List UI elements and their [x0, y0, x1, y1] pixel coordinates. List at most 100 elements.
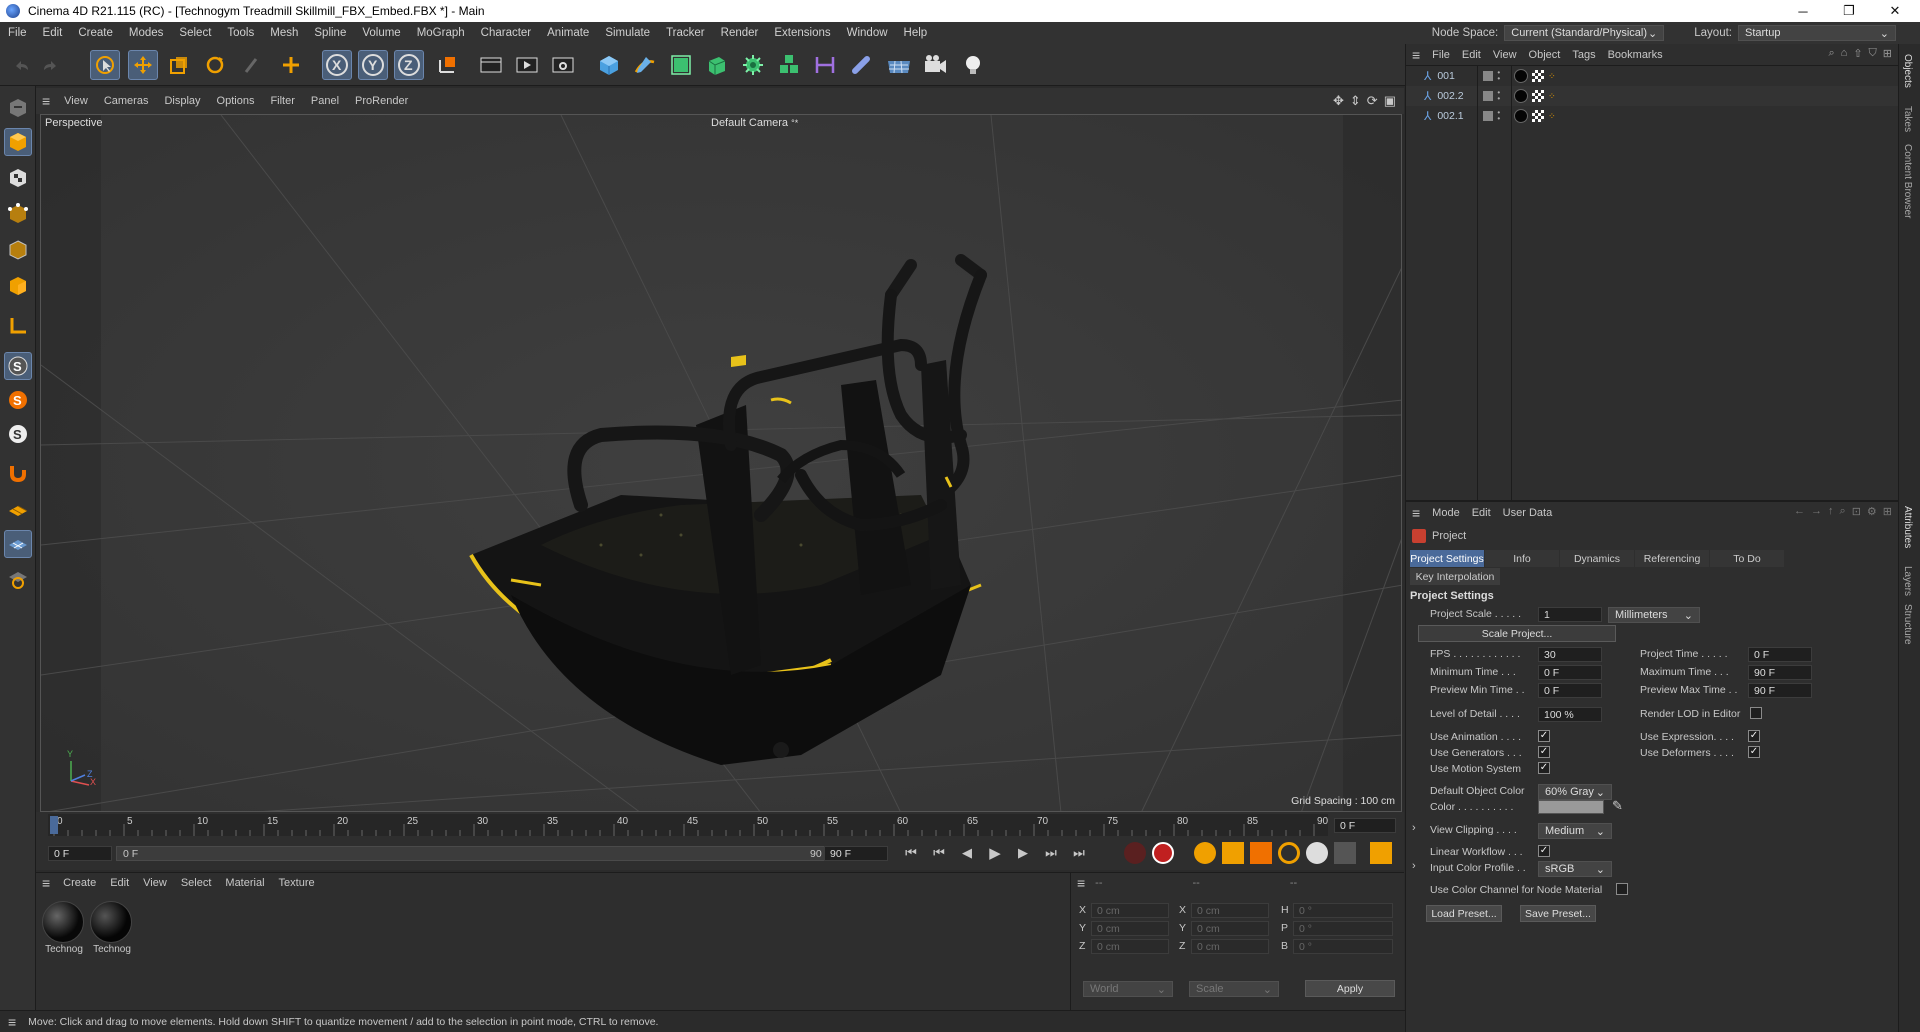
project-time-input[interactable]: 0 F	[1748, 647, 1812, 662]
menu-extensions[interactable]: Extensions	[766, 27, 838, 39]
viewport-menu-view[interactable]: View	[56, 95, 96, 107]
fps-input[interactable]: 30	[1538, 647, 1602, 662]
start-frame-field[interactable]: 0 F	[48, 846, 112, 861]
obj-menu-edit[interactable]: Edit	[1456, 49, 1487, 61]
z-axis-lock-icon[interactable]: Z	[394, 50, 424, 80]
scale-dropdown[interactable]: Scale ⌄	[1189, 981, 1279, 997]
tab-project-settings[interactable]: Project Settings	[1410, 550, 1484, 567]
goto-prev-key-icon[interactable]: ⏮	[928, 845, 950, 861]
scale-project-button[interactable]: Scale Project...	[1418, 625, 1616, 642]
layout-dropdown[interactable]: Startup ⌄	[1738, 25, 1896, 41]
use-motion-checkbox[interactable]: ✓	[1538, 762, 1550, 774]
menu-spline[interactable]: Spline	[306, 27, 354, 39]
coordinate-system-icon[interactable]	[432, 50, 462, 80]
rotation-field[interactable]: 0 °	[1293, 903, 1393, 918]
polygons-mode-icon[interactable]	[4, 272, 32, 300]
autokey-icon[interactable]	[1194, 842, 1216, 864]
redo-icon[interactable]	[36, 50, 66, 80]
material-swatch[interactable]: Technog	[90, 901, 134, 955]
rotate-tool-icon[interactable]	[200, 50, 230, 80]
obj-menu-view[interactable]: View	[1487, 49, 1523, 61]
world-dropdown[interactable]: World ⌄	[1083, 981, 1173, 997]
visibility-dots-icon[interactable]: • •	[1497, 89, 1500, 103]
visibility-dots-icon[interactable]: • •	[1497, 109, 1500, 123]
attr-menu-edit[interactable]: Edit	[1466, 507, 1497, 519]
tweak-magnet-icon[interactable]	[4, 458, 32, 486]
visibility-dots-icon[interactable]: • •	[1497, 69, 1500, 83]
add-tool-icon[interactable]	[276, 50, 306, 80]
extrude-generator-icon[interactable]	[702, 50, 732, 80]
render-to-picture-viewer-icon[interactable]	[512, 50, 542, 80]
project-scale-unit-dropdown[interactable]: Millimeters ⌄	[1608, 607, 1700, 623]
texture-tag-icon[interactable]	[1532, 90, 1545, 102]
uvw-tag-icon[interactable]: ⁘	[1548, 91, 1556, 102]
workplane-snap-icon[interactable]: S	[4, 386, 32, 414]
menu-create[interactable]: Create	[70, 27, 121, 39]
hamburger-menu-icon[interactable]: ≡	[36, 875, 56, 891]
apply-button[interactable]: Apply	[1305, 980, 1395, 997]
obj-menu-file[interactable]: File	[1426, 49, 1456, 61]
record-keys-disabled-icon[interactable]	[1124, 842, 1146, 864]
side-tab-content-browser[interactable]: Content Browser	[1902, 144, 1913, 218]
uvw-tag-icon[interactable]: ⁘	[1548, 71, 1556, 82]
hamburger-menu-icon[interactable]: ≡	[36, 93, 56, 109]
field-object-icon[interactable]	[846, 50, 876, 80]
perspective-viewport[interactable]: Perspective Default Camera °* Grid Spaci…	[40, 114, 1402, 812]
key-position-icon[interactable]	[1222, 842, 1244, 864]
tab-key-interpolation[interactable]: Key Interpolation	[1410, 568, 1500, 585]
side-tab-structure[interactable]: Structure	[1902, 604, 1913, 645]
tab-dynamics[interactable]: Dynamics	[1560, 550, 1634, 567]
viewport-menu-prorender[interactable]: ProRender	[347, 95, 416, 107]
pen-spline-icon[interactable]	[630, 50, 660, 80]
subdivision-surface-icon[interactable]	[666, 50, 696, 80]
search-icon[interactable]: ⌕	[1840, 505, 1846, 518]
use-color-channel-checkbox[interactable]	[1616, 883, 1628, 895]
object-name[interactable]: 001	[1437, 70, 1473, 82]
y-axis-lock-icon[interactable]: Y	[358, 50, 388, 80]
lock-icon[interactable]: ⊡	[1852, 505, 1861, 518]
undo-icon[interactable]	[6, 50, 36, 80]
planar-workplane-icon[interactable]	[4, 564, 32, 592]
mograph-cubes-icon[interactable]	[774, 50, 804, 80]
move-tool-icon[interactable]	[128, 50, 158, 80]
layer-toggle-icon[interactable]	[1483, 91, 1494, 101]
cube-primitive-icon[interactable]	[594, 50, 624, 80]
object-row[interactable]: ⅄ 001 • • ⁘	[1406, 66, 1899, 86]
material-tag-icon[interactable]	[1514, 69, 1529, 83]
attr-menu-mode[interactable]: Mode	[1426, 507, 1466, 519]
rotation-field[interactable]: 0 °	[1293, 921, 1393, 936]
object-name[interactable]: 002.2	[1437, 90, 1473, 102]
menu-tracker[interactable]: Tracker	[658, 27, 713, 39]
use-deformers-checkbox[interactable]: ✓	[1748, 746, 1760, 758]
key-pla-icon[interactable]	[1334, 842, 1356, 864]
hamburger-menu-icon[interactable]: ≡	[1406, 47, 1426, 63]
object-row[interactable]: ⅄ 002.2 • • ⁘	[1406, 86, 1899, 106]
points-mode-icon[interactable]	[4, 200, 32, 228]
render-view-icon[interactable]	[476, 50, 506, 80]
layer-toggle-icon[interactable]	[1483, 71, 1494, 81]
goto-next-key-icon[interactable]: ⏭	[1040, 845, 1062, 861]
filter-icon[interactable]: ⛉	[1869, 47, 1877, 60]
menu-modes[interactable]: Modes	[121, 27, 172, 39]
material-swatch[interactable]: Technog	[42, 901, 86, 955]
timeline-ruler[interactable]: 0 5 10 15 20 25 30 35 40 45 50 55 60 65 70 75 80 85 90	[48, 814, 1329, 836]
mat-menu-edit[interactable]: Edit	[103, 877, 136, 889]
tab-referencing[interactable]: Referencing	[1635, 550, 1709, 567]
lod-input[interactable]: 100 %	[1538, 707, 1602, 722]
menu-simulate[interactable]: Simulate	[597, 27, 658, 39]
search-icon[interactable]: ⌕	[1828, 47, 1834, 60]
max-time-input[interactable]: 90 F	[1748, 665, 1812, 680]
object-name[interactable]: 002.1	[1437, 110, 1473, 122]
tab-info[interactable]: Info	[1485, 550, 1559, 567]
cloner-icon[interactable]	[738, 50, 768, 80]
layer-toggle-icon[interactable]	[1483, 111, 1494, 121]
rotation-field[interactable]: 0 °	[1293, 939, 1393, 954]
light-object-icon[interactable]	[958, 50, 988, 80]
preview-range-slider[interactable]: 0 F 90 F	[116, 846, 838, 861]
obj-menu-tags[interactable]: Tags	[1566, 49, 1601, 61]
key-parameter-icon[interactable]	[1306, 842, 1328, 864]
record-active-icon[interactable]	[1152, 842, 1174, 864]
menu-character[interactable]: Character	[473, 27, 540, 39]
up-arrow-icon[interactable]: ↑	[1828, 505, 1834, 518]
viewport-menu-cameras[interactable]: Cameras	[96, 95, 157, 107]
